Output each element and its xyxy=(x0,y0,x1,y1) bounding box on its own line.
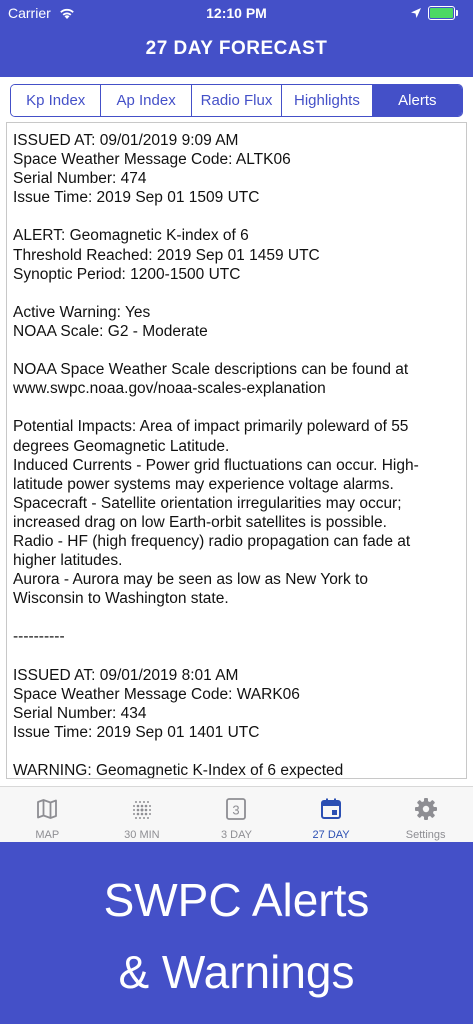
tabbar-item-map[interactable]: MAP xyxy=(0,787,95,842)
alert-text-line: degrees Geomagnetic Latitude. xyxy=(13,437,230,455)
calendar-icon xyxy=(321,798,342,819)
tabbar-label-settings: Settings xyxy=(405,829,446,841)
alert-text-line xyxy=(13,742,460,761)
alert-text-line: Space Weather Message Code: ALTK06 xyxy=(13,151,291,169)
bottom-tab-bar: MAP 30 MIN 3 3 DAY 27 DAY Settings xyxy=(0,786,473,842)
alert-text-line: Threshold Reached: 2019 Sep 01 1459 UTC xyxy=(13,246,320,264)
alert-text-line: latitude power systems may experience vo… xyxy=(13,475,394,493)
calendar-3-icon: 3 xyxy=(226,798,247,820)
alert-text-line: ---------- xyxy=(13,628,65,646)
page-title: 27 DAY FORECAST xyxy=(145,38,328,59)
alert-text-line: ISSUED AT: 09/01/2019 9:09 AM xyxy=(13,132,239,149)
status-bar: Carrier 12:10 PM xyxy=(0,0,473,28)
tabbar-label-3-day: 3 DAY xyxy=(220,829,252,841)
svg-text:3: 3 xyxy=(233,803,240,818)
alert-text-line: Active Warning: Yes xyxy=(13,303,151,321)
alert-text-line: www.swpc.noaa.gov/noaa-scales-explanatio… xyxy=(13,380,326,398)
alert-text-line xyxy=(13,207,460,226)
tabbar-label-map: MAP xyxy=(35,829,60,841)
alert-text-line: Potential Impacts: Area of impact primar… xyxy=(13,418,409,436)
alert-text-line: Synoptic Period: 1200-1500 UTC xyxy=(13,265,241,283)
promo-banner: SWPC Alerts & Warnings xyxy=(0,842,473,1024)
alert-text-line: NOAA Space Weather Scale descriptions ca… xyxy=(13,361,409,379)
alert-text-line: Wisconsin to Washington state. xyxy=(13,590,229,608)
alert-text-line xyxy=(13,398,460,417)
alert-text-line xyxy=(13,608,460,627)
gear-icon xyxy=(414,798,437,820)
alert-text-line: Radio - HF (high frequency) radio propag… xyxy=(13,532,411,550)
alert-text-line: Spacecraft - Satellite orientation irreg… xyxy=(13,494,402,512)
tab-alerts[interactable]: Alerts xyxy=(372,85,462,116)
tab-ap-index[interactable]: Ap Index xyxy=(101,85,192,116)
alert-text-line: Issue Time: 2019 Sep 01 1401 UTC xyxy=(13,723,260,741)
segmented-control: Kp Index Ap Index Radio Flux Highlights … xyxy=(10,84,463,117)
location-arrow-icon xyxy=(411,8,421,18)
alert-text-line xyxy=(13,284,460,303)
alert-text-line: Space Weather Message Code: WARK06 xyxy=(13,685,300,703)
alert-text-line: Issue Time: 2019 Sep 01 1509 UTC xyxy=(13,189,260,207)
tab-radio-flux[interactable]: Radio Flux xyxy=(191,85,283,116)
promo-line-2: & Warnings xyxy=(118,946,355,998)
battery-tip xyxy=(456,10,458,16)
tabbar-item-3-day[interactable]: 3 3 DAY xyxy=(189,787,284,842)
alert-text-line: Aurora - Aurora may be seen as low as Ne… xyxy=(13,571,368,589)
tabbar-item-27-day[interactable]: 27 DAY xyxy=(284,787,379,842)
tabbar-item-settings[interactable]: Settings xyxy=(378,787,473,842)
battery-icon xyxy=(428,6,455,20)
tabbar-label-30-min: 30 MIN xyxy=(124,829,160,841)
alert-text-line xyxy=(13,341,460,360)
tab-kp-index[interactable]: Kp Index xyxy=(11,85,102,116)
app-screen: Carrier 12:10 PM 27 DAY FORECAST Kp Inde… xyxy=(0,0,473,842)
tabbar-item-30-min[interactable]: 30 MIN xyxy=(95,787,190,842)
alert-text-line: higher latitudes. xyxy=(13,552,123,570)
alert-text-line xyxy=(13,647,460,666)
alert-text-line: WARNING: Geomagnetic K-Index of 6 expect… xyxy=(13,762,344,779)
map-icon xyxy=(37,799,58,819)
tab-highlights[interactable]: Highlights xyxy=(282,85,373,116)
alerts-text-view[interactable]: ISSUED AT: 09/01/2019 9:09 AM Space Weath… xyxy=(6,122,467,779)
alert-text-line: ISSUED AT: 09/01/2019 8:01 AM xyxy=(13,666,239,684)
tabbar-label-27-day: 27 DAY xyxy=(312,829,350,841)
alert-text-line: Serial Number: 474 xyxy=(13,170,147,188)
nav-header: Carrier 12:10 PM 27 DAY FORECAST xyxy=(0,0,473,77)
alert-text-line: Induced Currents - Power grid fluctuatio… xyxy=(13,456,419,474)
status-time: 12:10 PM xyxy=(206,5,267,21)
alert-text-line: increased drag on low Earth-orbit satell… xyxy=(13,513,387,531)
alert-text-line: Serial Number: 434 xyxy=(13,704,147,722)
alert-text-line: ALERT: Geomagnetic K-index of 6 xyxy=(13,227,249,245)
dot-grid-icon xyxy=(132,801,151,819)
alert-text-line: NOAA Scale: G2 - Moderate xyxy=(13,322,208,340)
promo-line-1: SWPC Alerts xyxy=(103,874,370,926)
